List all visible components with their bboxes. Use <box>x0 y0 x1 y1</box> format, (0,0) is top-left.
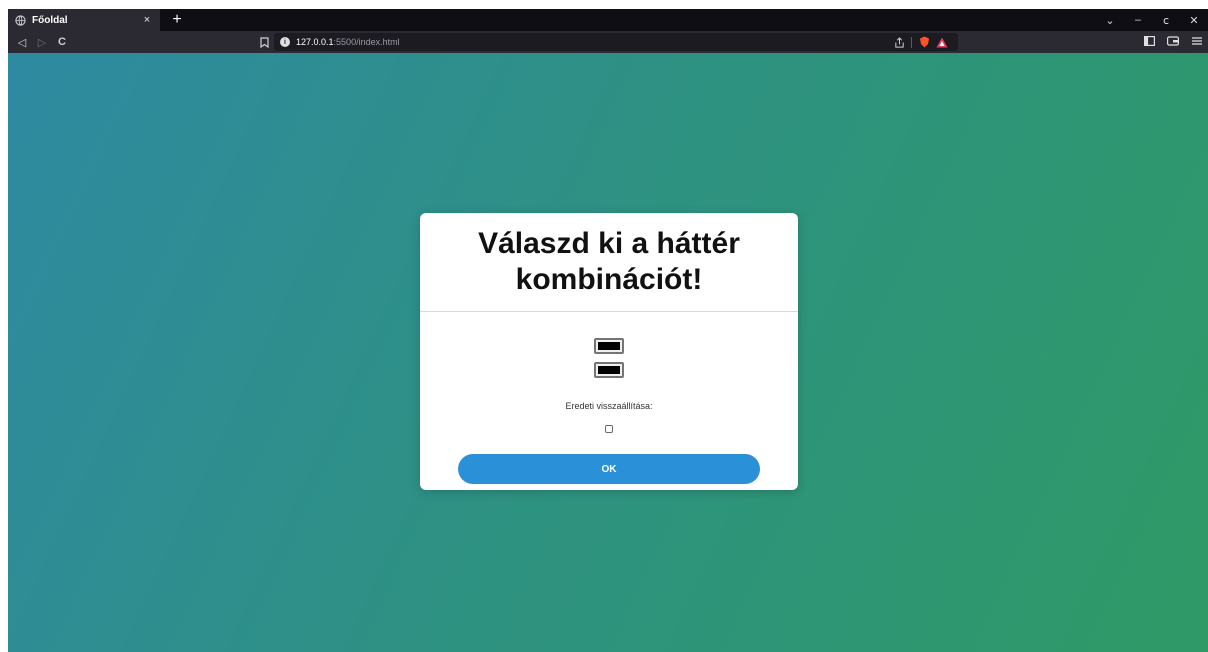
ok-button[interactable]: OK <box>458 454 760 484</box>
toolbar-right <box>1142 34 1204 48</box>
globe-icon <box>14 14 26 26</box>
minimize-icon[interactable]: – <box>1124 9 1152 31</box>
sidebar-icon[interactable] <box>1142 34 1156 48</box>
page-title: Válaszd ki a háttér kombinációt! <box>478 227 740 296</box>
tab-list-icon[interactable]: ⌄ <box>1096 9 1124 31</box>
address-bar[interactable]: i 127.0.0.1:5500/index.html <box>274 33 958 51</box>
url-path: :5500/index.html <box>333 37 400 47</box>
restore-icon[interactable]: ⅽ <box>1152 9 1180 31</box>
brave-shield-icon[interactable] <box>918 36 930 48</box>
reset-label: Eredeti visszaállítása: <box>565 401 653 411</box>
page-viewport: Válaszd ki a háttér kombinációt! Eredeti… <box>8 53 1208 652</box>
background-picker-card: Válaszd ki a háttér kombinációt! Eredeti… <box>420 213 798 490</box>
reset-checkbox[interactable] <box>605 425 613 433</box>
share-icon[interactable] <box>893 36 905 48</box>
site-info-icon[interactable]: i <box>280 37 290 47</box>
card-body: Eredeti visszaállítása: OK <box>420 312 798 489</box>
brave-rewards-icon[interactable] <box>936 36 948 48</box>
menu-icon[interactable] <box>1190 34 1204 48</box>
color-swatch-2 <box>598 366 620 374</box>
window-controls: ⌄ – ⅽ ✕ <box>1096 9 1208 31</box>
close-window-icon[interactable]: ✕ <box>1180 9 1208 31</box>
tab-foldal[interactable]: Főoldal × <box>8 9 160 31</box>
back-icon[interactable]: ◁ <box>14 34 30 50</box>
browser-toolbar: ◁ ▷ C i 127.0.0.1:5500/index.html <box>8 31 1208 53</box>
wallet-icon[interactable] <box>1166 34 1180 48</box>
separator <box>911 36 912 48</box>
url-text: 127.0.0.1:5500/index.html <box>296 37 400 47</box>
close-tab-icon[interactable]: × <box>140 13 154 27</box>
forward-icon[interactable]: ▷ <box>34 34 50 50</box>
color-swatch-1 <box>598 342 620 350</box>
color-picker-2[interactable] <box>594 362 624 378</box>
card-header: Válaszd ki a háttér kombinációt! <box>420 213 798 312</box>
bookmark-icon[interactable] <box>256 34 272 50</box>
tab-strip: Főoldal × + ⌄ – ⅽ ✕ <box>8 9 1208 31</box>
address-bar-actions <box>893 36 948 48</box>
tab-title: Főoldal <box>32 14 68 26</box>
new-tab-button[interactable]: + <box>168 11 186 29</box>
color-picker-1[interactable] <box>594 338 624 354</box>
reload-icon[interactable]: C <box>54 34 70 50</box>
browser-window: Főoldal × + ⌄ – ⅽ ✕ ◁ ▷ C i 127.0.0.1:55… <box>8 9 1208 652</box>
url-host: 127.0.0.1 <box>296 37 334 47</box>
